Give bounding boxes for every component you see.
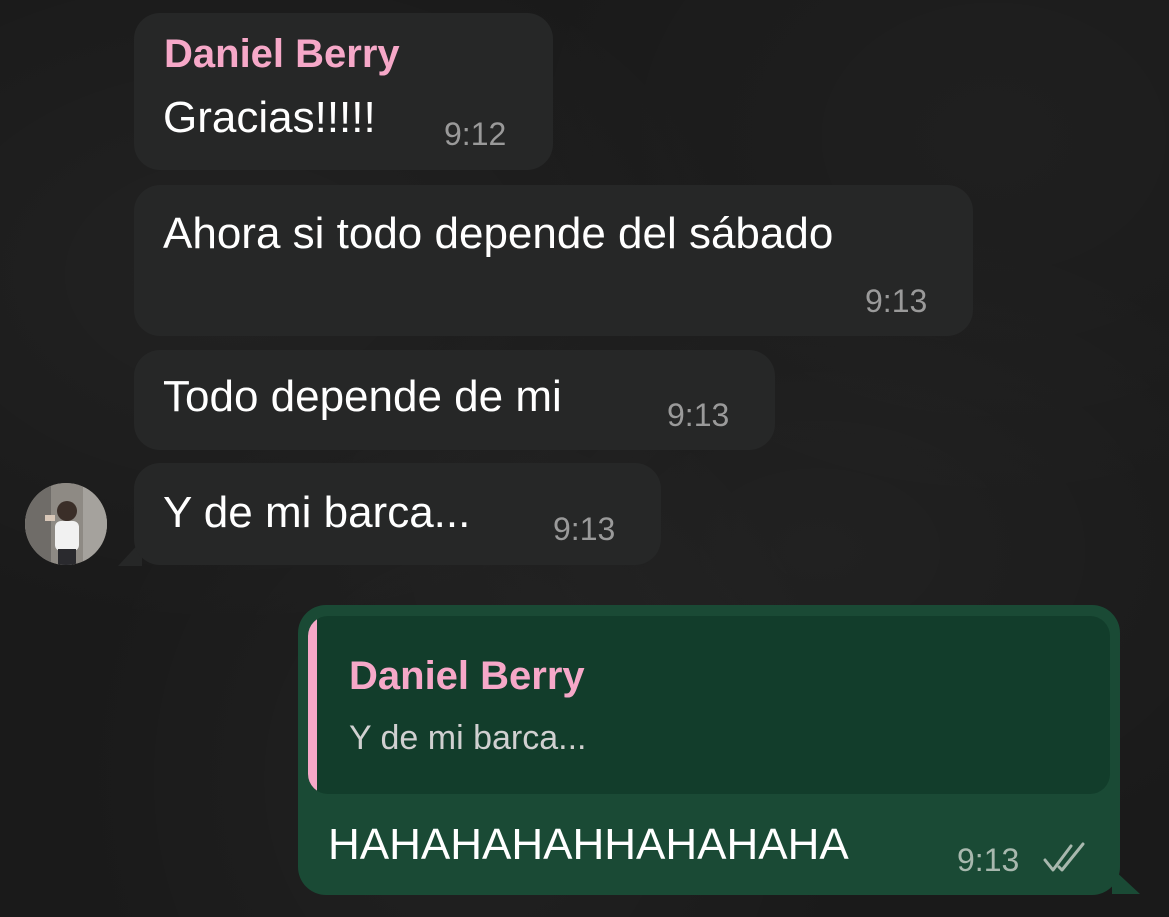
sender-avatar[interactable]	[25, 483, 107, 565]
message-bubble[interactable]: Y de mi barca... 9:13	[134, 463, 661, 565]
message-time: 9:12	[444, 116, 507, 152]
sender-name[interactable]: Daniel Berry	[164, 32, 400, 77]
avatar-photo-icon	[25, 483, 107, 565]
message-bubble[interactable]: Ahora si todo depende del sábado 9:13	[134, 185, 973, 336]
quoted-sender-name: Daniel Berry	[349, 654, 585, 698]
message-text: Gracias!!!!!	[163, 93, 376, 142]
message-time: 9:13	[553, 511, 616, 547]
quoted-text: Y de mi barca...	[349, 719, 587, 757]
quoted-message[interactable]: Daniel Berry Y de mi barca...	[308, 616, 1110, 794]
bubble-tail	[1112, 868, 1140, 894]
message-time: 9:13	[667, 397, 730, 433]
message-time: 9:13	[957, 842, 1020, 878]
message-text: Ahora si todo depende del sábado	[163, 209, 834, 258]
double-check-icon	[1043, 842, 1085, 872]
message-bubble[interactable]: Todo depende de mi 9:13	[134, 350, 775, 450]
message-text: HAHAHAHAHHAHAHAHA	[328, 820, 849, 869]
message-text: Todo depende de mi	[163, 372, 562, 421]
quote-accent-bar	[308, 616, 317, 794]
message-text: Y de mi barca...	[163, 488, 471, 537]
message-time: 9:13	[865, 283, 928, 319]
chat-view: Daniel Berry Gracias!!!!! 9:12 Ahora si …	[0, 0, 1169, 917]
message-bubble[interactable]: Daniel Berry Gracias!!!!! 9:12	[134, 13, 553, 170]
